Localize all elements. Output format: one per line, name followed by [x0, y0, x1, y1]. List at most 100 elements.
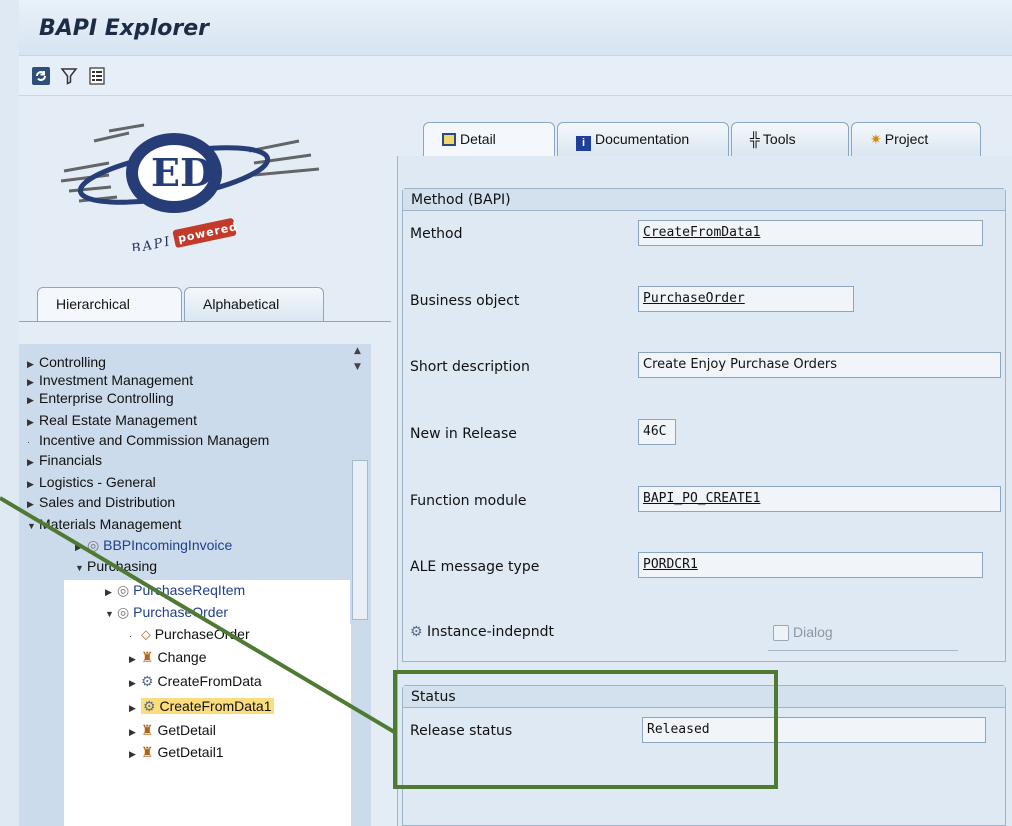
- tree-item[interactable]: ▼ Materials Management: [27, 514, 181, 534]
- expand-icon[interactable]: ▶: [27, 412, 39, 432]
- tree-item[interactable]: ▶ ◎ PurchaseReqItem: [105, 580, 245, 600]
- method-icon: ♜: [141, 722, 158, 738]
- tree-item-label: Real Estate Management: [39, 412, 197, 428]
- tree-pane: ▶ Controlling ▶ Investment Management ▶ Ent…: [19, 321, 391, 826]
- method-icon: ♜: [141, 744, 158, 760]
- tree-item[interactable]: ▼ Purchasing: [75, 556, 157, 576]
- annotation-highlight-box: [393, 670, 778, 789]
- tab-documentation[interactable]: i Documentation: [557, 122, 729, 156]
- instance-method-icon: ⚙: [143, 698, 160, 714]
- tab-detail[interactable]: Detail: [423, 122, 555, 156]
- scroll-up-icon[interactable]: ▲: [354, 346, 361, 356]
- tree-item[interactable]: ▶ ⚙ CreateFromData: [129, 671, 262, 691]
- expand-icon[interactable]: ▶: [27, 390, 39, 410]
- method-icon: ♜: [141, 649, 158, 665]
- tree-item-label: Financials: [39, 452, 103, 468]
- tree-scroll-thumb[interactable]: [352, 460, 368, 620]
- tree-item[interactable]: ▶ Sales and Distribution: [27, 492, 175, 512]
- tab-documentation-label: Documentation: [595, 131, 690, 147]
- tree-item-label: Incentive and Commission Managem: [39, 432, 270, 448]
- tree-item[interactable]: · Incentive and Commission Managem: [27, 430, 269, 450]
- method-label: Method: [410, 226, 463, 242]
- tree-item[interactable]: ▶ Real Estate Management: [27, 410, 197, 430]
- tree-item[interactable]: ▶ Controlling: [27, 352, 106, 372]
- tree-item[interactable]: ▶ ♜ Change: [129, 647, 207, 667]
- dialog-label: Dialog: [793, 624, 833, 640]
- collapse-icon[interactable]: ▼: [75, 558, 87, 578]
- tree-item-selected[interactable]: ▶ ⚙ CreateFromData1: [129, 696, 274, 716]
- scroll-down-icon[interactable]: ▼: [354, 362, 361, 372]
- method-field[interactable]: CreateFromData1: [638, 220, 983, 246]
- tree-item-label: BBPIncomingInvoice: [103, 537, 233, 553]
- function-module-field[interactable]: BAPI_PO_CREATE1: [638, 486, 1001, 512]
- dialog-divider: [768, 650, 958, 651]
- short-description-field[interactable]: Create Enjoy Purchase Orders: [638, 352, 1001, 378]
- tree-item-label: GetDetail1: [157, 744, 224, 760]
- method-group-title: Method (BAPI): [403, 189, 1005, 211]
- tree-item[interactable]: ▶ Financials: [27, 450, 102, 470]
- expand-icon[interactable]: ▶: [27, 452, 39, 472]
- tree-item[interactable]: ▶ ♜ GetDetail: [129, 720, 216, 740]
- tree-item-label: PurchaseOrder: [154, 626, 250, 642]
- tree-item-label: CreateFromData1: [159, 698, 272, 714]
- expand-icon[interactable]: ▶: [129, 673, 141, 693]
- tree-item[interactable]: · ⬦ PurchaseOrder: [129, 624, 250, 644]
- object-icon: ◎: [87, 537, 104, 553]
- wand-icon: ✷: [870, 131, 882, 147]
- leaf-dot-icon: ·: [129, 631, 132, 641]
- tree-item[interactable]: ▶ ◎ BBPIncomingInvoice: [75, 535, 232, 555]
- tab-alphabetical-label: Alphabetical: [203, 296, 280, 312]
- leaf-dot-icon: ·: [27, 437, 30, 447]
- expand-icon[interactable]: ▶: [129, 722, 141, 742]
- tab-tools[interactable]: ╬ Tools: [731, 122, 849, 156]
- function-module-label: Function module: [410, 493, 527, 509]
- object-icon: ◎: [117, 582, 134, 598]
- expand-icon[interactable]: ▶: [129, 649, 141, 669]
- tab-hierarchical-label: Hierarchical: [56, 296, 130, 312]
- tree-item-label: Materials Management: [39, 516, 182, 532]
- detail-icon: [442, 133, 456, 146]
- svg-text:BAPI: BAPI: [129, 234, 173, 251]
- instance-method-icon: ⚙: [410, 624, 428, 640]
- tree-item-label: Logistics - General: [39, 474, 156, 490]
- tree-item[interactable]: ▶ Enterprise Controlling: [27, 388, 174, 408]
- tree-item-label: Change: [157, 649, 207, 665]
- dialog-checkbox[interactable]: [773, 625, 789, 641]
- tree-item-label: GetDetail: [157, 722, 216, 738]
- toolbar: [19, 56, 1012, 96]
- collapse-icon[interactable]: ▼: [27, 516, 39, 536]
- tree-item-label: CreateFromData: [157, 673, 262, 689]
- tree-item[interactable]: ▼ ◎ PurchaseOrder: [105, 602, 228, 622]
- expand-icon[interactable]: ▶: [129, 698, 141, 718]
- tab-detail-label: Detail: [460, 131, 496, 147]
- tab-alphabetical[interactable]: Alphabetical: [184, 287, 324, 321]
- tab-hierarchical[interactable]: Hierarchical: [37, 287, 182, 321]
- collapse-icon[interactable]: ▼: [105, 604, 117, 624]
- expand-icon[interactable]: ▶: [27, 474, 39, 494]
- ale-message-type-label: ALE message type: [410, 559, 540, 575]
- list-icon[interactable]: [87, 66, 107, 86]
- expand-icon[interactable]: ▶: [75, 537, 87, 557]
- tab-project[interactable]: ✷ Project: [851, 122, 981, 156]
- key-icon: ⬦: [141, 626, 155, 642]
- new-in-release-field[interactable]: 46C: [638, 419, 676, 445]
- expand-icon[interactable]: ▶: [129, 744, 141, 764]
- app-title: BAPI Explorer: [39, 16, 210, 41]
- object-icon: ◎: [117, 604, 134, 620]
- refresh-icon[interactable]: [31, 66, 51, 86]
- left-tab-strip: Hierarchical Alphabetical: [19, 281, 369, 321]
- tree-item-label: Investment Management: [39, 372, 194, 388]
- filter-icon[interactable]: [59, 66, 79, 86]
- tab-project-label: Project: [884, 131, 929, 147]
- tab-tools-label: Tools: [762, 131, 796, 147]
- expand-icon[interactable]: ▶: [105, 582, 117, 602]
- tree-item[interactable]: ▶ Logistics - General: [27, 472, 156, 492]
- tree-top-strip: [19, 322, 391, 344]
- business-object-field[interactable]: PurchaseOrder: [638, 286, 854, 312]
- expand-icon[interactable]: ▶: [27, 494, 39, 514]
- ale-message-type-field[interactable]: PORDCR1: [638, 552, 983, 578]
- tree-item-label: Sales and Distribution: [39, 494, 176, 510]
- tree-item-label: PurchaseReqItem: [133, 582, 246, 598]
- tree-item[interactable]: ▶ ♜ GetDetail1: [129, 742, 224, 762]
- tree-item[interactable]: ▶ Investment Management: [27, 370, 193, 390]
